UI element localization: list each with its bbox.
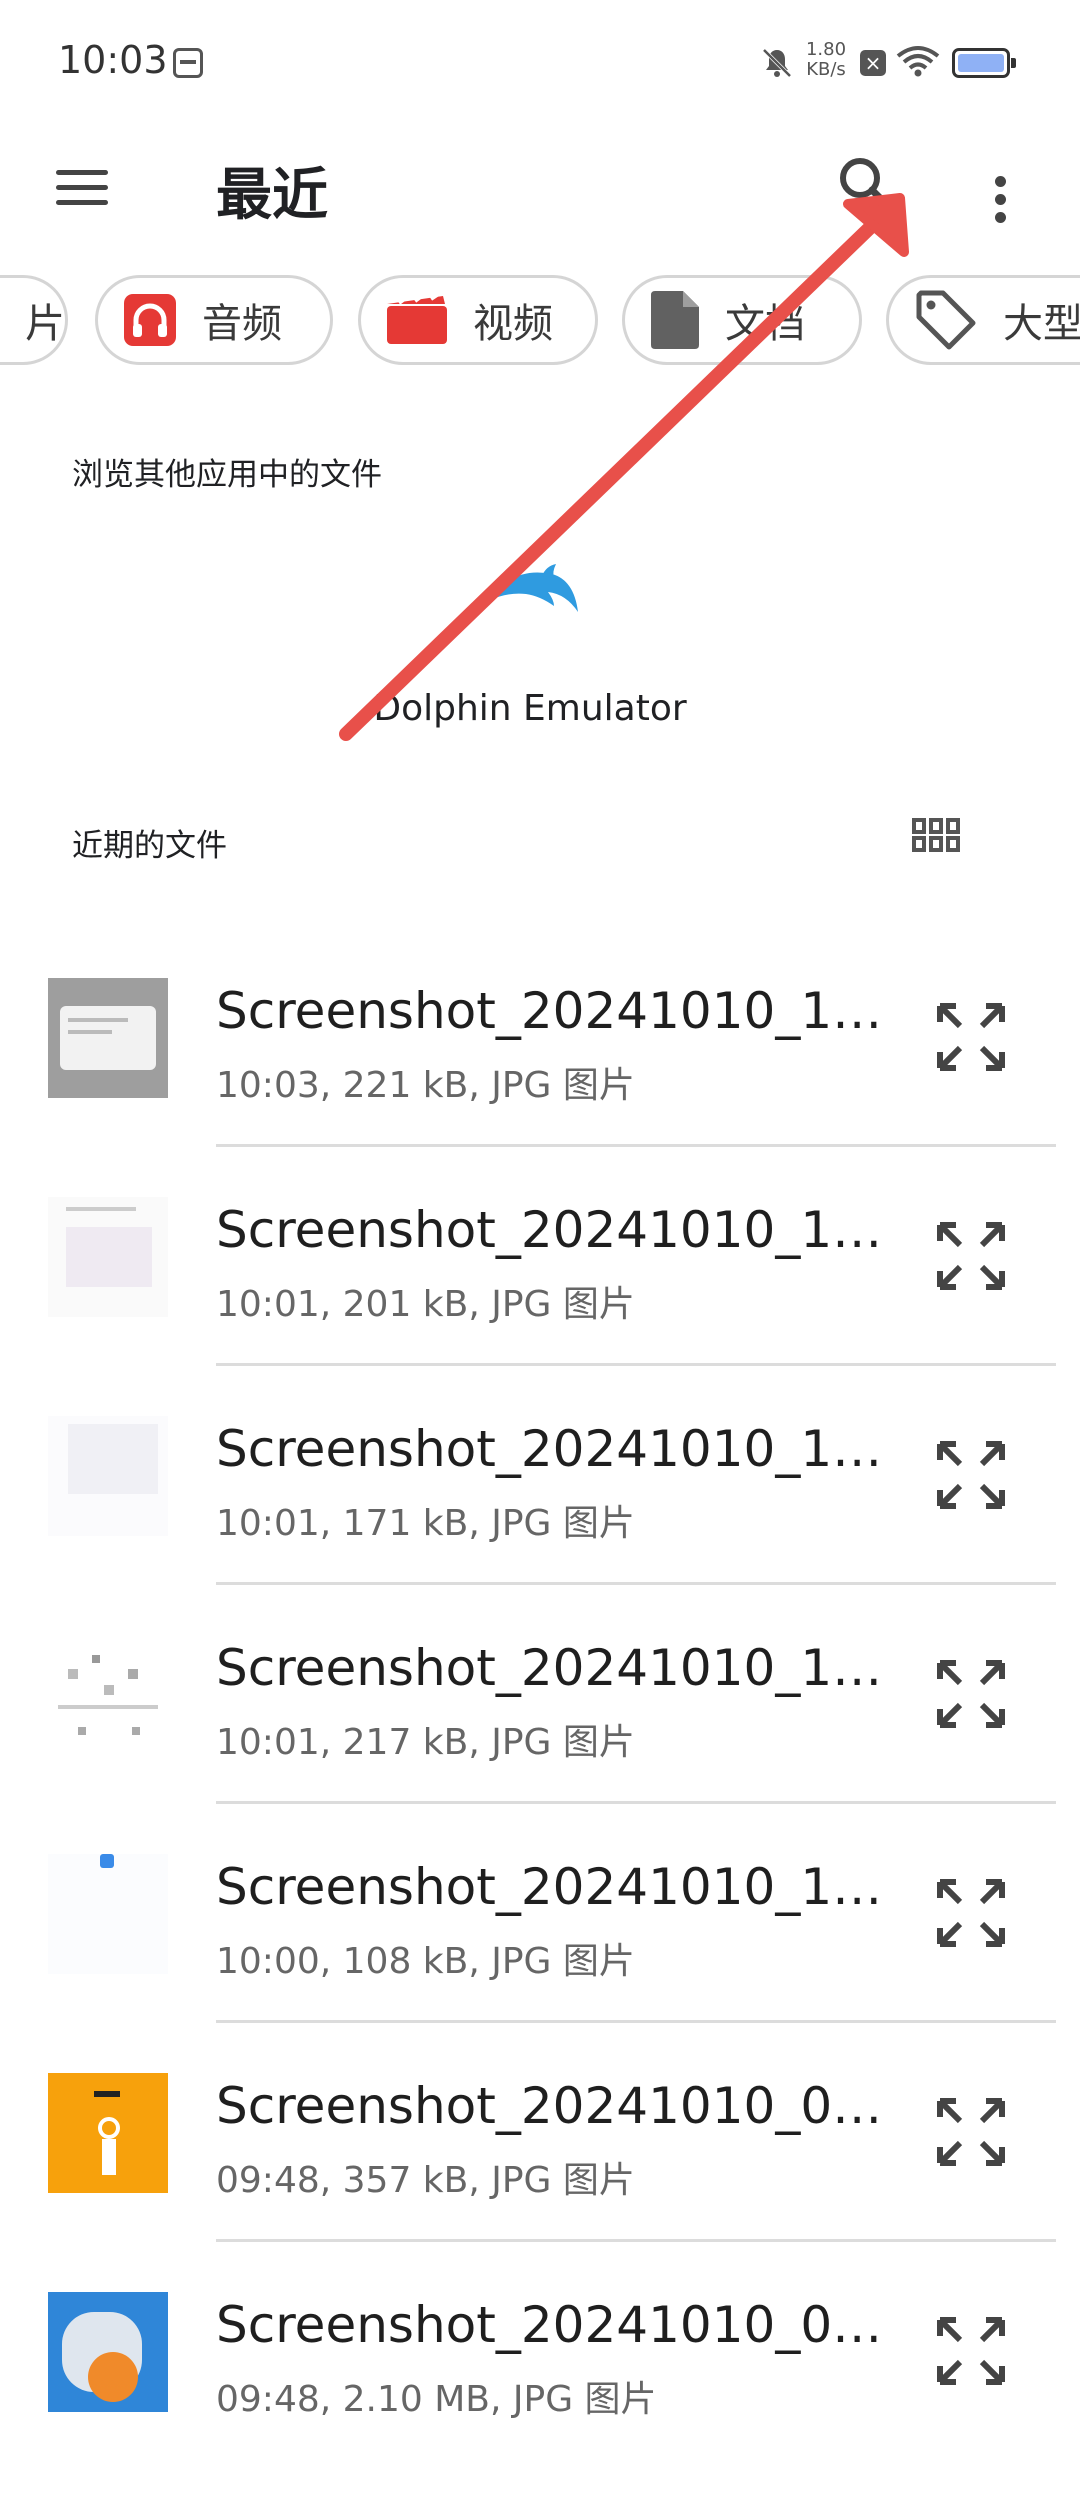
file-thumbnail xyxy=(48,1197,168,1317)
file-meta: 10:01, 217 kB, JPG 图片 xyxy=(216,1722,635,1763)
close-box-icon: × xyxy=(860,50,886,76)
network-speed: 1.80 KB/s xyxy=(800,40,852,80)
chip-audio[interactable]: 音频 xyxy=(95,275,333,365)
row-divider xyxy=(216,1144,1056,1147)
list-item[interactable]: Screenshot_20241010_1… 10:01, 217 kB, JP… xyxy=(0,1617,1080,1836)
headphones-icon xyxy=(124,294,176,346)
expand-icon[interactable] xyxy=(934,1219,1008,1293)
file-meta: 10:01, 171 kB, JPG 图片 xyxy=(216,1503,635,1544)
file-thumbnail xyxy=(48,2073,168,2193)
file-name: Screenshot_20241010_0… xyxy=(216,2296,883,2354)
list-item[interactable]: Screenshot_20241010_1… 10:00, 108 kB, JP… xyxy=(0,1836,1080,2055)
bell-muted-icon xyxy=(762,48,792,78)
expand-icon[interactable] xyxy=(934,2095,1008,2169)
wifi-icon xyxy=(896,46,940,77)
list-item[interactable]: Screenshot_20241010_1… 10:01, 171 kB, JP… xyxy=(0,1398,1080,1617)
chip-documents[interactable]: 文档 xyxy=(622,275,862,365)
app-dolphin-emulator[interactable]: Dolphin Emulator xyxy=(340,560,720,740)
expand-icon[interactable] xyxy=(934,1000,1008,1074)
row-divider xyxy=(216,2020,1056,2023)
file-meta: 10:01, 201 kB, JPG 图片 xyxy=(216,1284,635,1325)
battery-icon xyxy=(952,48,1016,78)
list-item[interactable]: Screenshot_20241010_1… 10:03, 221 kB, JP… xyxy=(0,960,1080,1179)
file-meta: 09:48, 357 kB, JPG 图片 xyxy=(216,2160,635,2201)
file-meta: 10:03, 221 kB, JPG 图片 xyxy=(216,1065,635,1106)
file-name: Screenshot_20241010_1… xyxy=(216,982,883,1040)
file-thumbnail xyxy=(48,978,168,1098)
chip-label: 文档 xyxy=(725,301,805,347)
expand-icon[interactable] xyxy=(934,1876,1008,1950)
chip-label: 大型 xyxy=(1003,301,1080,347)
status-bar: 10:03 1.80 KB/s × xyxy=(0,0,1080,120)
tag-icon xyxy=(916,290,976,350)
app-notification-icon xyxy=(173,48,203,78)
row-divider xyxy=(216,1801,1056,1804)
file-name: Screenshot_20241010_0… xyxy=(216,2077,883,2135)
row-divider xyxy=(216,1363,1056,1366)
network-speed-value: 1.80 xyxy=(805,39,847,60)
expand-icon[interactable] xyxy=(934,1438,1008,1512)
row-divider xyxy=(216,2239,1056,2242)
document-icon xyxy=(651,291,699,349)
file-name: Screenshot_20241010_1… xyxy=(216,1858,883,1916)
movie-icon xyxy=(387,294,447,344)
chip-video[interactable]: 视频 xyxy=(358,275,598,365)
list-item[interactable]: Screenshot_20241010_0… 09:48, 357 kB, JP… xyxy=(0,2055,1080,2274)
grid-view-icon[interactable] xyxy=(912,818,964,858)
file-name: Screenshot_20241010_1… xyxy=(216,1639,883,1697)
app-bar: 最近 xyxy=(0,130,1080,250)
dolphin-icon xyxy=(490,564,578,612)
file-thumbnail xyxy=(48,1635,168,1755)
recent-files-header: 近期的文件 xyxy=(72,828,227,864)
chip-label: 视频 xyxy=(473,301,553,347)
expand-icon[interactable] xyxy=(934,2314,1008,2388)
chip-large-files[interactable]: 大型 xyxy=(886,275,1080,365)
file-name: Screenshot_20241010_1… xyxy=(216,1201,883,1259)
file-name: Screenshot_20241010_1… xyxy=(216,1420,883,1478)
file-thumbnail xyxy=(48,2292,168,2412)
expand-icon[interactable] xyxy=(934,1657,1008,1731)
row-divider xyxy=(216,1582,1056,1585)
page-title: 最近 xyxy=(216,163,328,228)
app-name: Dolphin Emulator xyxy=(373,688,687,729)
network-speed-unit: KB/s xyxy=(806,59,846,80)
search-icon[interactable] xyxy=(832,150,902,220)
chip-label: 片 xyxy=(25,301,65,347)
chip-label: 音频 xyxy=(202,301,282,347)
category-chips: 片 音频 视频 文档 大型 xyxy=(0,275,1080,370)
menu-icon[interactable] xyxy=(52,158,112,218)
file-thumbnail xyxy=(48,1854,168,1974)
file-thumbnail xyxy=(48,1416,168,1536)
status-time: 10:03 xyxy=(58,38,168,82)
list-item[interactable]: Screenshot_20241010_1… 10:01, 201 kB, JP… xyxy=(0,1179,1080,1398)
chip-images[interactable]: 片 xyxy=(0,275,68,365)
other-apps-header: 浏览其他应用中的文件 xyxy=(72,457,382,493)
list-item[interactable]: Screenshot_20241010_0… 09:48, 2.10 MB, J… xyxy=(0,2274,1080,2493)
more-vert-icon[interactable] xyxy=(970,152,1030,223)
file-meta: 09:48, 2.10 MB, JPG 图片 xyxy=(216,2379,657,2420)
file-meta: 10:00, 108 kB, JPG 图片 xyxy=(216,1941,635,1982)
